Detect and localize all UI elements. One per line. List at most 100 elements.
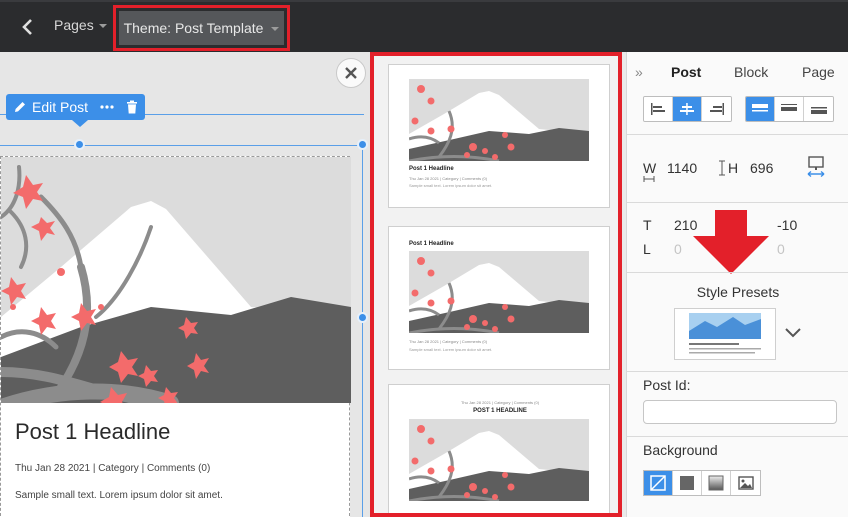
post-meta: Thu Jan 28 2021 | Category | Comments (0… [15,463,211,474]
style-preset-thumbnail[interactable] [674,308,776,360]
theme-label: Theme: Post Template [123,20,264,36]
width-arrow-icon [643,176,655,182]
theme-menu-highlight: Theme: Post Template [113,5,290,51]
height-arrow-icon [719,160,725,176]
divider [627,436,848,437]
template-option-1[interactable]: Post 1 Headline Thu Jan 28 2021 | Catego… [388,64,610,208]
properties-panel: » Post Block Page W 1140 H 696 T 210 -10… [626,52,848,517]
vertical-align-group [643,96,732,122]
layout-middle-button[interactable] [775,97,804,121]
style-presets-title: Style Presets [696,284,780,300]
background-image-button[interactable] [731,471,760,495]
template-thumbnail [409,79,589,161]
no-fill-icon [650,475,666,491]
editor-canvas: Edit Post Post 1 Headline Thu Jan 28 202… [0,52,370,517]
align-top-button[interactable] [644,97,673,121]
preset-dropdown-button[interactable] [785,325,801,343]
trash-icon [127,100,138,114]
panel-tabs: » Post Block Page [627,52,848,88]
selection-line-vertical [362,145,363,517]
resize-handle-top-right[interactable] [357,139,368,150]
top-right-value[interactable]: -10 [777,217,797,233]
monitor-width-icon [807,156,825,178]
close-icon [345,67,357,79]
align-center-button[interactable] [673,97,702,121]
layout-top-icon [752,104,768,112]
layout-middle-icon [781,104,797,111]
close-button[interactable] [336,58,366,88]
back-button[interactable] [14,14,40,40]
tab-block[interactable]: Block [734,64,768,80]
background-label: Background [643,442,718,458]
template-body: Sample small text. Lorem ipsum dolor sit… [409,347,493,352]
width-value[interactable]: 1140 [667,160,697,176]
post-id-label: Post Id: [643,377,691,393]
background-color-button[interactable] [673,471,702,495]
template-body: Sample small text. Lorem ipsum dolor sit… [409,183,493,188]
left-value[interactable]: 0 [674,241,682,257]
post-id-input[interactable] [643,400,837,424]
expand-panel-icon[interactable]: » [635,64,643,80]
left-label: L [643,241,651,257]
down-arrow-annotation [693,210,769,274]
divider [627,134,848,135]
align-right-icon [709,103,724,115]
height-value[interactable]: 696 [750,160,773,176]
tab-post[interactable]: Post [671,64,701,80]
pencil-icon [15,102,25,112]
template-headline: Post 1 Headline [409,166,454,172]
post-toolbar: Edit Post [6,94,146,127]
background-gradient-button[interactable] [702,471,731,495]
caret-down-icon [98,24,107,28]
toolbar-pointer [72,120,88,127]
post-image [1,157,351,403]
top-bar: Pages Theme: Post Template [0,0,848,52]
template-thumbnail [409,419,589,501]
preset-preview [689,313,761,354]
template-headline: POST 1 HEADLINE [473,408,527,414]
more-horizontal-icon [100,105,114,109]
height-label: H [728,160,739,176]
chevron-down-icon [785,328,801,338]
template-meta: Thu Jan 28 2021 | Category | Comments (0… [409,339,488,344]
top-label: T [643,217,652,233]
divider [627,202,848,203]
template-meta: Thu Jan 28 2021 | Category | Comments (0… [460,400,540,405]
delete-button[interactable] [126,100,138,114]
width-label: W [643,160,657,176]
background-type-group [643,470,761,496]
pages-label: Pages [54,17,94,33]
edit-post-button[interactable]: Edit Post [13,99,88,115]
edit-post-label: Edit Post [32,99,89,115]
more-options-button[interactable] [100,105,114,109]
resize-handle-top[interactable] [74,139,85,150]
gradient-icon [708,475,724,491]
template-meta: Thu Jan 28 2021 | Category | Comments (0… [409,176,488,181]
layout-top-button[interactable] [746,97,775,121]
chevron-left-icon [22,19,32,35]
post-card[interactable]: Post 1 Headline Thu Jan 28 2021 | Catego… [0,156,351,517]
layout-group [745,96,834,122]
background-none-button[interactable] [644,471,673,495]
align-left-icon [651,103,665,115]
layout-bottom-button[interactable] [804,97,833,121]
theme-menu[interactable]: Theme: Post Template [119,11,284,45]
solid-fill-icon [680,476,694,490]
tab-page[interactable]: Page [802,64,835,80]
caret-down-icon [271,27,280,31]
layout-bottom-icon [810,107,827,114]
resize-handle-right[interactable] [357,312,368,323]
divider [627,371,848,372]
post-body: Sample small text. Lorem ipsum dolor sit… [15,490,223,501]
template-option-3[interactable]: Thu Jan 28 2021 | Category | Comments (0… [388,384,610,513]
template-headline: Post 1 Headline [409,241,454,247]
left-right-value[interactable]: 0 [777,241,785,257]
template-option-2[interactable]: Post 1 Headline Thu Jan 28 2021 | Catego… [388,226,610,370]
align-bottom-button[interactable] [702,97,731,121]
align-center-icon [680,103,694,115]
template-thumbnail [409,251,589,333]
post-headline[interactable]: Post 1 Headline [15,419,170,445]
divider [627,272,848,273]
responsive-width-button[interactable] [807,156,825,183]
pages-menu[interactable]: Pages [54,17,107,33]
